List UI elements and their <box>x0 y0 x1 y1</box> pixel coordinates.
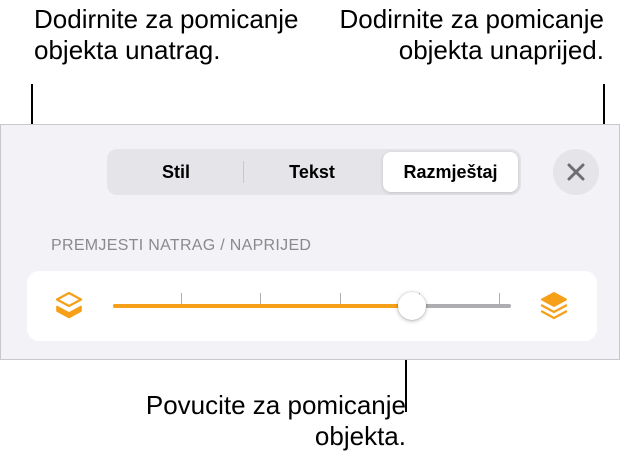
tab-segmented-control: Stil Tekst Razmještaj <box>107 149 521 195</box>
arrange-panel: Stil Tekst Razmještaj PREMJESTI NATRAG /… <box>0 124 620 360</box>
callout-send-backward: Dodirnite za pomicanje objekta unatrag. <box>34 4 299 65</box>
slider-tick <box>499 293 500 304</box>
close-button[interactable] <box>553 149 599 195</box>
callout-bring-forward: Dodirnite za pomicanje objekta unaprijed… <box>339 4 604 65</box>
tab-stil[interactable]: Stil <box>110 152 242 192</box>
tab-tekst-label: Tekst <box>289 161 335 182</box>
arrange-slider[interactable] <box>113 271 511 341</box>
tab-razmjestaj[interactable]: Razmještaj <box>383 152 518 192</box>
slider-thumb[interactable] <box>397 292 426 320</box>
slider-tick <box>339 293 341 304</box>
arrange-slider-card <box>27 271 597 341</box>
tab-tekst[interactable]: Tekst <box>244 152 380 192</box>
callout-drag: Povucite za pomicanje objekta. <box>145 390 406 451</box>
section-label: PREMJESTI NATRAG / NAPRIJED <box>51 237 312 254</box>
tab-stil-label: Stil <box>161 161 190 182</box>
page: Dodirnite za pomicanje objekta unatrag. … <box>0 0 622 466</box>
slider-tick <box>180 293 182 304</box>
slider-tick <box>260 293 262 304</box>
send-backward-layers-icon[interactable] <box>54 290 84 322</box>
xmark-icon <box>567 163 585 181</box>
tab-razmjestaj-label: Razmještaj <box>403 161 498 182</box>
bring-forward-layers-icon[interactable] <box>539 290 569 322</box>
slider-track-fill <box>113 304 412 308</box>
